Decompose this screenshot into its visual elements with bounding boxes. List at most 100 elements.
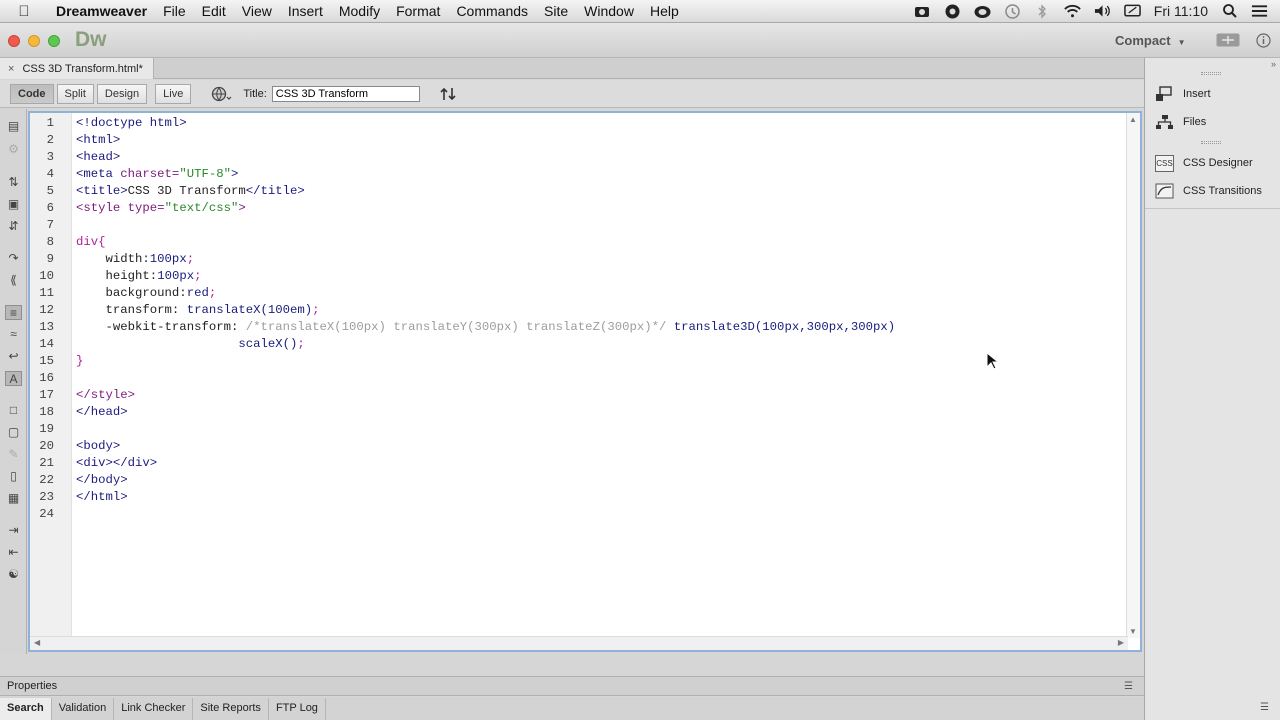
volume-icon[interactable] <box>1094 4 1111 19</box>
workspace-switcher[interactable]: Compact ▼ <box>1115 33 1186 48</box>
menu-site[interactable]: Site <box>536 0 576 23</box>
scroll-left-arrow-icon[interactable]: ◀ <box>34 638 40 647</box>
collapse-selection-icon[interactable]: ▣ <box>5 197 22 212</box>
files-icon <box>1155 114 1174 131</box>
tab-link-checker[interactable]: Link Checker <box>114 697 194 720</box>
line-code: <title>CSS 3D Transform</title> <box>76 183 305 200</box>
menu-file[interactable]: File <box>155 0 194 23</box>
menu-help[interactable]: Help <box>642 0 687 23</box>
live-view-button[interactable]: Live <box>155 83 192 104</box>
preview-in-browser-icon[interactable] <box>211 86 233 102</box>
document-title-input[interactable] <box>271 85 420 102</box>
horizontal-scrollbar[interactable]: ◀ ▶ <box>30 636 1128 650</box>
record-icon[interactable] <box>944 4 961 19</box>
time-machine-icon[interactable] <box>1004 3 1021 19</box>
recent-snippets-icon[interactable]: ▯ <box>5 469 22 484</box>
mouse-cursor-icon <box>986 351 1000 370</box>
menu-insert[interactable]: Insert <box>280 0 331 23</box>
panel-files[interactable]: Files <box>1145 109 1280 135</box>
view-switcher: Code Split Design Live <box>10 83 192 104</box>
scroll-right-arrow-icon[interactable]: ▶ <box>1118 638 1124 647</box>
menu-app-name[interactable]: Dreamweaver <box>48 0 155 23</box>
indent-code-icon[interactable]: ⇥ <box>5 523 22 538</box>
document-tab[interactable]: × CSS 3D Transform.html* <box>0 58 154 79</box>
split-view-button[interactable]: Split <box>56 83 94 104</box>
menu-format[interactable]: Format <box>388 0 448 23</box>
expand-all-icon[interactable]: ⇵ <box>5 219 22 234</box>
insert-icon <box>1155 85 1174 103</box>
panel-insert[interactable]: Insert <box>1145 81 1280 107</box>
syntax-coloring-icon[interactable]: A <box>5 371 22 386</box>
camera-icon[interactable] <box>914 4 931 19</box>
panel-css-designer[interactable]: CSS CSS Designer <box>1145 150 1280 176</box>
line-code: background:red; <box>76 285 217 302</box>
panel-grip[interactable] <box>1201 72 1221 75</box>
close-tab-icon[interactable]: × <box>8 63 14 75</box>
line-number: 14 <box>39 337 54 351</box>
notification-center-icon[interactable] <box>1251 4 1268 19</box>
menu-commands[interactable]: Commands <box>448 0 536 23</box>
scroll-up-arrow-icon[interactable]: ▲ <box>1129 115 1137 124</box>
document-tab-bar: × CSS 3D Transform.html* <box>0 58 1144 79</box>
vertical-scrollbar[interactable]: ▲ ▼ <box>1126 113 1140 638</box>
menu-view[interactable]: View <box>234 0 280 23</box>
creative-cloud-icon[interactable] <box>974 4 991 19</box>
collapse-full-tag-icon[interactable]: ⇅ <box>5 175 22 190</box>
minimize-window-button[interactable] <box>28 35 40 47</box>
scroll-down-arrow-icon[interactable]: ▼ <box>1129 627 1137 636</box>
code-token: /*translateX(100px) translateY(300px) tr… <box>245 320 674 334</box>
code-editor[interactable]: 1 <!doctype html> 2 <html> 3 <head> 4 <meta cha… <box>28 111 1142 652</box>
line-code: </body> <box>76 472 128 489</box>
balance-braces-icon[interactable]: ⟪ <box>5 273 22 288</box>
remove-comment-icon[interactable]: ▢ <box>5 425 22 440</box>
zoom-window-button[interactable] <box>48 35 60 47</box>
design-view-button[interactable]: Design <box>96 83 148 104</box>
collapse-panels-icon[interactable]: » <box>1271 59 1276 69</box>
line-number: 2 <box>46 133 54 147</box>
close-window-button[interactable] <box>8 35 20 47</box>
select-parent-tag-icon[interactable]: ↷ <box>5 251 22 266</box>
sync-settings-icon[interactable] <box>1216 33 1240 47</box>
results-tab-bar: Search Validation Link Checker Site Repo… <box>0 697 1269 720</box>
file-management-icon[interactable] <box>439 86 459 102</box>
highlight-invalid-code-icon[interactable]: ≈ <box>5 327 22 342</box>
tab-validation[interactable]: Validation <box>52 697 115 720</box>
wifi-icon[interactable] <box>1064 4 1081 19</box>
menu-window[interactable]: Window <box>576 0 642 23</box>
line-code: div{ <box>76 234 106 251</box>
panel-grip[interactable] <box>1201 141 1221 144</box>
menu-edit[interactable]: Edit <box>194 0 234 23</box>
display-icon[interactable] <box>1123 4 1141 19</box>
code-token: 100px <box>157 269 195 283</box>
line-code: scaleX(); <box>76 336 304 353</box>
line-number: 15 <box>39 354 54 368</box>
format-source-code-icon[interactable]: ☯ <box>5 567 22 582</box>
code-token: </style> <box>76 388 136 402</box>
line-number: 3 <box>46 150 54 164</box>
code-view-button[interactable]: Code <box>10 83 54 104</box>
properties-panel-bar[interactable]: Properties ☰ <box>0 676 1144 696</box>
status-area: Fri 11:10 <box>914 3 1280 19</box>
panel-insert-label: Insert <box>1183 88 1211 100</box>
properties-label: Properties <box>7 680 58 692</box>
panel-options-menu-icon[interactable]: ☰ <box>1124 682 1136 692</box>
panel-css-designer-label: CSS Designer <box>1183 157 1253 169</box>
word-wrap-icon[interactable]: ↩ <box>5 349 22 364</box>
line-number: 17 <box>39 388 54 402</box>
line-numbers-icon[interactable]: ≡ <box>5 305 22 320</box>
tab-ftp-log[interactable]: FTP Log <box>269 697 326 720</box>
apple-menu-icon[interactable]:  <box>0 3 48 20</box>
bluetooth-icon[interactable] <box>1034 3 1051 19</box>
tab-site-reports[interactable]: Site Reports <box>193 697 269 720</box>
tab-search[interactable]: Search <box>0 697 52 720</box>
info-icon[interactable] <box>1256 33 1271 48</box>
move-css-icon[interactable]: ▦ <box>5 491 22 506</box>
panel-css-transitions[interactable]: CSS Transitions <box>1145 178 1280 204</box>
menu-modify[interactable]: Modify <box>331 0 388 23</box>
menu-clock[interactable]: Fri 11:10 <box>1154 3 1208 19</box>
outdent-code-icon[interactable]: ⇤ <box>5 545 22 560</box>
spotlight-search-icon[interactable] <box>1221 4 1238 19</box>
results-options-menu-icon[interactable]: ☰ <box>1260 703 1272 713</box>
apply-comment-icon[interactable]: □ <box>5 403 22 418</box>
open-documents-icon[interactable]: ▤ <box>5 119 22 134</box>
